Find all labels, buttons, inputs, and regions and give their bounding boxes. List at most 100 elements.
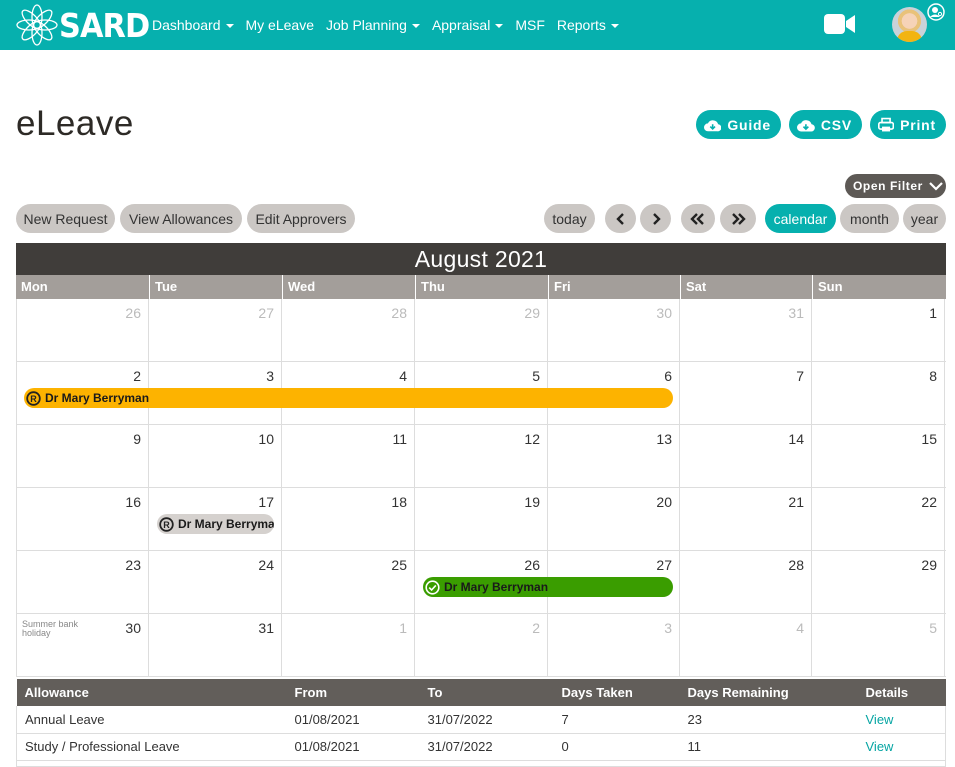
day-number: 5 — [929, 620, 937, 636]
day-number: 17 — [258, 494, 274, 510]
svg-text:R: R — [163, 520, 170, 530]
guide-button[interactable]: Guide — [696, 110, 781, 139]
view-allowances-button[interactable]: View Allowances — [120, 204, 242, 233]
day-number: 20 — [656, 494, 672, 510]
leave-event-requested-pending[interactable]: R Dr Mary Berryman — [157, 514, 274, 534]
main-menu: Dashboard My eLeave Job Planning Apprais… — [146, 0, 625, 50]
day-number: 3 — [664, 620, 672, 636]
calendar-day-cell[interactable]: 5 — [812, 614, 945, 676]
guide-label: Guide — [727, 116, 771, 133]
calendar-week: 9 10 11 12 13 14 15 — [17, 425, 946, 488]
calendar-day-cell[interactable]: 27 — [149, 299, 282, 361]
calendar-day-cell[interactable]: 31 — [149, 614, 282, 676]
calendar-day-cell[interactable]: 23 — [17, 551, 149, 613]
day-number: 14 — [788, 431, 804, 447]
nav-reports[interactable]: Reports — [551, 17, 625, 33]
calendar-day-cell[interactable]: 3 — [548, 614, 680, 676]
day-number: 11 — [392, 431, 407, 447]
day-number: 25 — [391, 557, 407, 573]
printer-icon — [878, 117, 895, 131]
next-month-button[interactable] — [640, 204, 671, 233]
holiday-label: Summer bank holiday — [22, 619, 79, 638]
requested-r-icon: R — [26, 390, 45, 406]
calendar-day-cell[interactable]: 11 — [282, 425, 415, 487]
view-month-tab[interactable]: month — [840, 204, 899, 233]
csv-button[interactable]: CSV — [789, 110, 862, 139]
allowance-name: Annual Leave — [16, 706, 287, 734]
calendar-day-cell[interactable]: 1 — [282, 614, 415, 676]
today-button[interactable]: today — [544, 204, 595, 233]
next-year-button[interactable] — [720, 204, 756, 233]
allowance-remaining: 11 — [679, 733, 858, 761]
view-details-link[interactable]: View — [866, 739, 894, 754]
caret-down-icon — [495, 24, 504, 28]
calendar-day-cell[interactable]: 12 — [415, 425, 548, 487]
nav-appraisal[interactable]: Appraisal — [426, 17, 509, 33]
caret-down-icon — [225, 24, 234, 28]
empty-cell — [16, 760, 946, 767]
print-button[interactable]: Print — [870, 110, 946, 139]
calendar-day-cell[interactable]: 29 — [812, 551, 945, 613]
calendar-day-cell[interactable]: 20 — [548, 488, 680, 550]
calendar-day-cell[interactable]: 14 — [680, 425, 812, 487]
calendar-day-cell[interactable]: 26 — [17, 299, 149, 361]
calendar-day-cell[interactable]: 10 — [149, 425, 282, 487]
open-filter-button[interactable]: Open Filter — [845, 174, 946, 198]
calendar-day-cell[interactable]: 19 — [415, 488, 548, 550]
calendar-day-cell[interactable]: 30 — [548, 299, 680, 361]
day-number: 29 — [524, 305, 540, 321]
calendar-day-cell[interactable]: 29 — [415, 299, 548, 361]
calendar-day-cell[interactable]: 18 — [282, 488, 415, 550]
sard-logo[interactable]: SARD — [16, 4, 157, 46]
day-number: 26 — [125, 305, 141, 321]
calendar-day-cell[interactable]: 28 — [680, 551, 812, 613]
calendar-day-cell[interactable]: 9 — [17, 425, 149, 487]
view-year-tab[interactable]: year — [903, 204, 946, 233]
view-calendar-tab[interactable]: calendar — [765, 204, 836, 233]
caret-down-icon — [610, 24, 619, 28]
nav-job-planning[interactable]: Job Planning — [320, 17, 426, 33]
calendar-day-cell[interactable]: 21 — [680, 488, 812, 550]
col-from: From — [286, 679, 420, 706]
calendar-day-cell[interactable]: 31 — [680, 299, 812, 361]
nav-label: Appraisal — [431, 17, 491, 33]
prev-month-button[interactable] — [605, 204, 636, 233]
calendar-day-cell[interactable]: 24 — [149, 551, 282, 613]
calendar-day-cell[interactable]: 7 — [680, 362, 812, 424]
new-request-button[interactable]: New Request — [16, 204, 115, 233]
nav-dashboard[interactable]: Dashboard — [146, 17, 240, 33]
weekday-sat: Sat — [680, 275, 812, 299]
nav-label: My eLeave — [245, 17, 314, 33]
nav-msf[interactable]: MSF — [509, 17, 551, 33]
prev-year-button[interactable] — [681, 204, 715, 233]
calendar-day-cell[interactable]: 28 — [282, 299, 415, 361]
leave-event-approved[interactable]: Dr Mary Berryman — [423, 577, 673, 597]
day-number: 22 — [921, 494, 937, 510]
edit-approvers-button[interactable]: Edit Approvers — [247, 204, 355, 233]
calendar-day-cell[interactable]: 8 — [812, 362, 945, 424]
calendar-day-cell[interactable]: 13 — [548, 425, 680, 487]
calendar-day-cell[interactable]: 25 — [282, 551, 415, 613]
allowance-from: 01/08/2021 — [286, 706, 420, 734]
calendar-day-cell[interactable]: 4 — [680, 614, 812, 676]
day-number: 12 — [524, 431, 540, 447]
calendar-day-cell[interactable]: 2 — [415, 614, 548, 676]
allowance-details: View — [857, 706, 946, 734]
cloud-download-icon — [704, 119, 722, 131]
leave-event-requested[interactable]: R Dr Mary Berryman — [24, 388, 673, 408]
calendar-day-cell[interactable]: 22 — [812, 488, 945, 550]
top-navbar: SARD Dashboard My eLeave Job Planning Ap… — [0, 0, 955, 50]
calendar-day-cell[interactable]: 30 Summer bank holiday — [17, 614, 149, 676]
day-number: 10 — [258, 431, 274, 447]
day-number: 31 — [788, 305, 804, 321]
user-avatar[interactable] — [892, 7, 927, 42]
nav-my-eleave[interactable]: My eLeave — [240, 17, 320, 33]
calendar-day-cell[interactable]: 16 — [17, 488, 149, 550]
view-details-link[interactable]: View — [866, 712, 894, 727]
day-number: 28 — [788, 557, 804, 573]
switch-user-icon[interactable] — [927, 3, 945, 21]
calendar-week: 2 3 4 5 6 7 8 R Dr Mary Berryman — [17, 362, 946, 425]
calendar-day-cell[interactable]: 1 — [812, 299, 945, 361]
video-camera-icon[interactable] — [824, 14, 855, 34]
calendar-day-cell[interactable]: 15 — [812, 425, 945, 487]
